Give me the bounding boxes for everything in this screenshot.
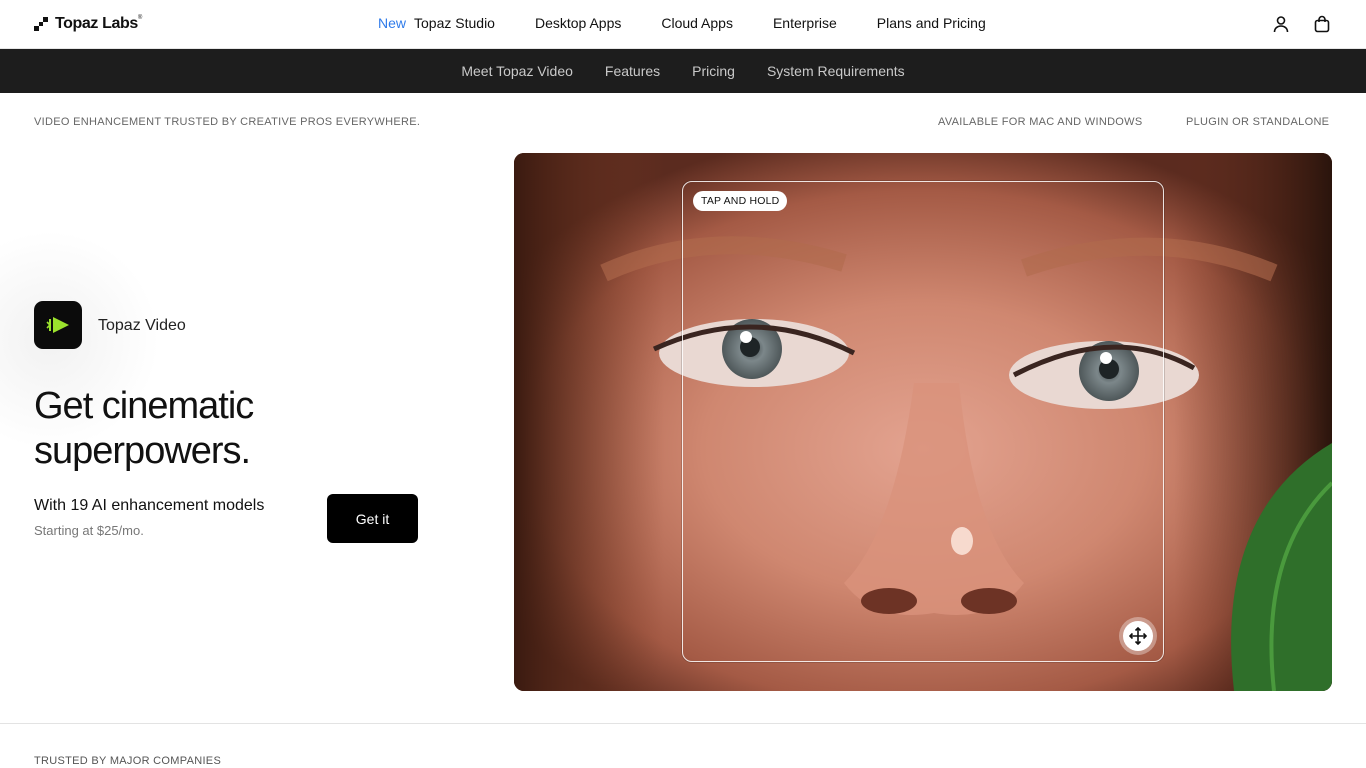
section-divider bbox=[0, 723, 1366, 724]
get-it-button[interactable]: Get it bbox=[327, 494, 418, 543]
shopping-bag-icon[interactable] bbox=[1312, 14, 1332, 34]
nav-desktop-apps[interactable]: Desktop Apps bbox=[535, 15, 621, 31]
nav-icons bbox=[1271, 14, 1332, 34]
compare-lens-frame[interactable]: TAP AND HOLD bbox=[682, 181, 1164, 662]
tap-and-hold-badge: TAP AND HOLD bbox=[693, 191, 788, 211]
compare-drag-handle[interactable] bbox=[1119, 617, 1157, 655]
brand-name: Topaz Labs bbox=[55, 15, 138, 32]
nav-topaz-studio[interactable]: Topaz Studio bbox=[414, 15, 495, 31]
mode-tagline: PLUGIN OR STANDALONE bbox=[1186, 116, 1330, 128]
trusted-label: TRUSTED BY MAJOR COMPANIES bbox=[34, 755, 222, 767]
subnav-system-requirements[interactable]: System Requirements bbox=[767, 63, 905, 79]
topaz-video-play-icon bbox=[34, 301, 82, 349]
move-arrows-icon bbox=[1123, 621, 1153, 651]
top-navigation: Topaz Labs® New Topaz Studio Desktop App… bbox=[0, 0, 1366, 49]
nav-plans-and-pricing[interactable]: Plans and Pricing bbox=[877, 15, 986, 31]
hero-comparison-image[interactable]: TAP AND HOLD bbox=[514, 153, 1332, 691]
app-name: Topaz Video bbox=[98, 317, 186, 334]
trademark-mark: ® bbox=[137, 15, 142, 21]
nav-enterprise[interactable]: Enterprise bbox=[773, 15, 837, 31]
user-icon[interactable] bbox=[1271, 14, 1291, 34]
hero-title-line-1: Get cinematic bbox=[34, 385, 254, 427]
platform-tagline: AVAILABLE FOR MAC AND WINDOWS bbox=[938, 116, 1143, 128]
nav-cloud-apps[interactable]: Cloud Apps bbox=[661, 15, 733, 31]
hero-title-line-2: superpowers. bbox=[34, 430, 251, 472]
new-badge: New bbox=[378, 15, 407, 31]
trust-tagline: VIDEO ENHANCEMENT TRUSTED BY CREATIVE PR… bbox=[34, 116, 421, 128]
topaz-logo-icon bbox=[34, 17, 48, 31]
hero-subtitle: With 19 AI enhancement models bbox=[34, 497, 265, 514]
topaz-labs-logo[interactable]: Topaz Labs® bbox=[34, 15, 142, 33]
subnav-meet-topaz-video[interactable]: Meet Topaz Video bbox=[461, 63, 573, 79]
price-note: Starting at $25/mo. bbox=[34, 523, 144, 538]
subnav-features[interactable]: Features bbox=[605, 63, 660, 79]
product-subnav: Meet Topaz Video Features Pricing System… bbox=[0, 49, 1366, 93]
subnav-pricing[interactable]: Pricing bbox=[692, 63, 735, 79]
hero-title: Get cinematic superpowers. bbox=[34, 384, 434, 474]
main-nav: New Topaz Studio Desktop Apps Cloud Apps… bbox=[378, 15, 986, 31]
